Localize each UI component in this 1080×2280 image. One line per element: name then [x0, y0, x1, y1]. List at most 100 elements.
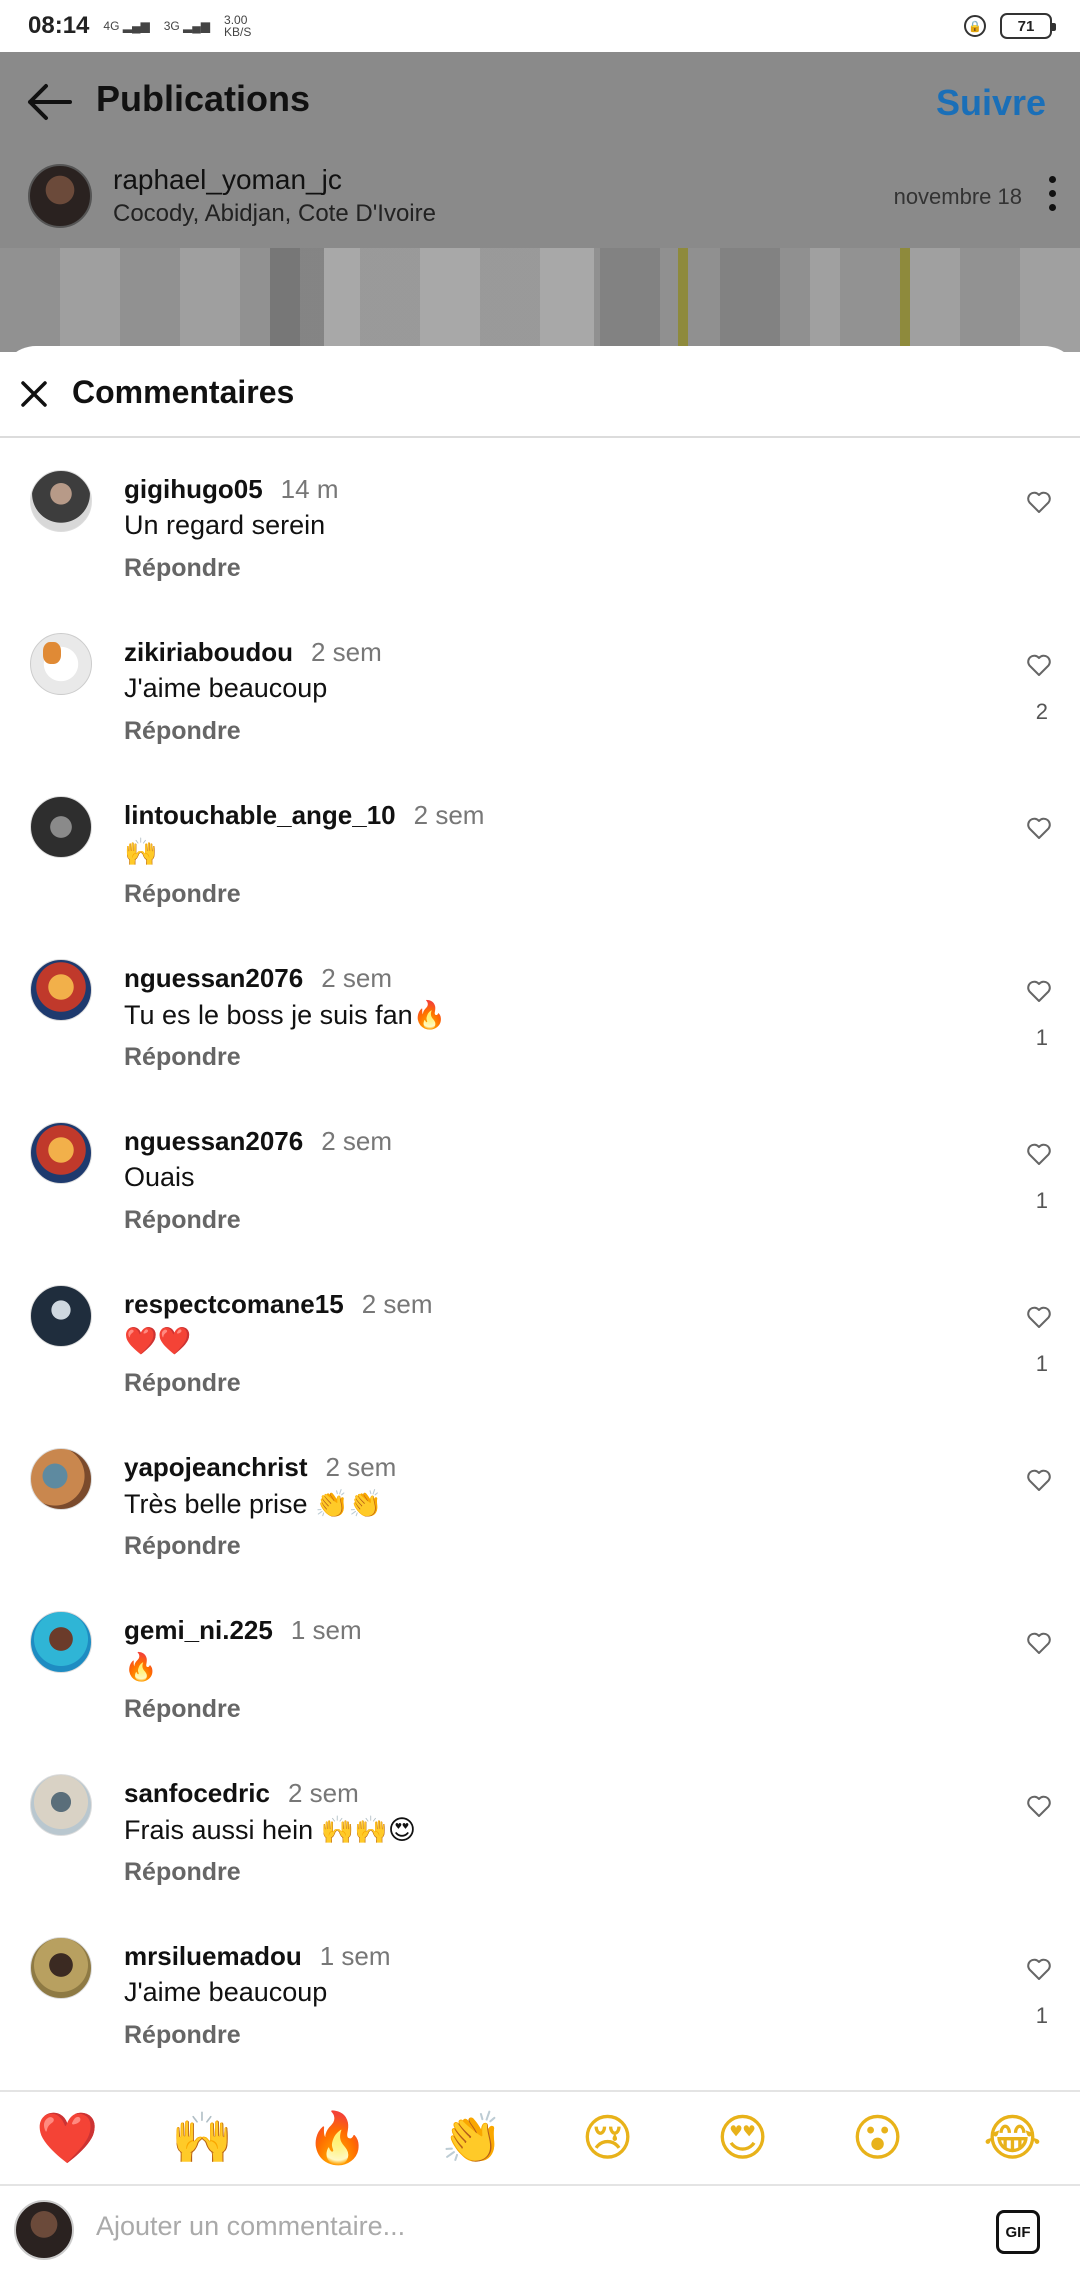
- comment-username[interactable]: yapojeanchrist 2 sem: [124, 1452, 396, 1483]
- comment-text: J'aime beaucoup: [124, 673, 328, 703]
- heart-icon[interactable]: [1026, 490, 1052, 514]
- reply-button[interactable]: Répondre: [124, 1532, 241, 1561]
- comment-text: Tu es le boss je suis fan🔥: [124, 1000, 447, 1030]
- comment-list: gigihugo05 14 m Un regard serein Répondre…: [0, 454, 1080, 2084]
- comment-input[interactable]: [94, 2210, 958, 2243]
- comment-text: Un regard serein: [124, 510, 326, 540]
- comment-item: lintouchable_ange_10 2 sem 🙌 Répondre: [0, 780, 1080, 943]
- comment-text: 🙌: [124, 837, 158, 867]
- heart-icon[interactable]: [1026, 816, 1052, 840]
- comment-time: 14 m: [280, 474, 339, 504]
- avatar[interactable]: [30, 1611, 92, 1673]
- avatar[interactable]: [30, 1774, 92, 1836]
- avatar[interactable]: [30, 1285, 92, 1347]
- heart-icon[interactable]: [1026, 1305, 1052, 1329]
- close-icon[interactable]: [18, 378, 50, 410]
- reply-button[interactable]: Répondre: [124, 1369, 241, 1398]
- reply-button[interactable]: Répondre: [124, 1858, 241, 1887]
- avatar[interactable]: [30, 1448, 92, 1510]
- comment-text: Frais aussi hein 🙌🙌😍: [124, 1815, 416, 1845]
- like-count: 2: [1035, 699, 1048, 724]
- comment-time: 2 sem: [287, 1778, 359, 1808]
- post-date: novembre 18: [893, 184, 1022, 209]
- avatar[interactable]: [30, 470, 92, 532]
- comment-username[interactable]: sanfocedric 2 sem: [124, 1778, 359, 1809]
- heart-icon[interactable]: [1026, 1794, 1052, 1818]
- gif-button[interactable]: GIF: [996, 2210, 1040, 2254]
- comment-username[interactable]: zikiriaboudou 2 sem: [124, 637, 382, 668]
- comment-username[interactable]: gemi_ni.225 1 sem: [124, 1615, 362, 1646]
- page-title: Publications: [96, 78, 311, 119]
- heart-icon[interactable]: [1026, 653, 1052, 677]
- emoji-crying-button[interactable]: 😢: [558, 2109, 658, 2167]
- like-count: 1: [1035, 1188, 1048, 1213]
- emoji-heart-button[interactable]: ❤️: [18, 2109, 118, 2168]
- avatar[interactable]: [30, 796, 92, 858]
- heart-icon[interactable]: [1026, 1957, 1052, 1981]
- comment-username[interactable]: respectcomane15 2 sem: [124, 1289, 433, 1320]
- author-name[interactable]: raphael_yoman_jc: [113, 164, 342, 196]
- comment-username[interactable]: mrsiluemadou 1 sem: [124, 1941, 391, 1972]
- emoji-raised-hands-button[interactable]: 🙌: [153, 2109, 253, 2168]
- author-avatar[interactable]: [28, 164, 92, 228]
- more-options-icon[interactable]: [1048, 176, 1056, 216]
- comment-time: 2 sem: [311, 637, 382, 667]
- follow-button[interactable]: Suivre: [936, 82, 1046, 124]
- avatar[interactable]: [30, 1122, 92, 1184]
- like-count: 1: [1035, 1025, 1048, 1050]
- author-location[interactable]: Cocody, Abidjan, Cote D'Ivoire: [113, 200, 436, 228]
- status-right: 🔒 71: [964, 13, 1056, 39]
- comment-text: J'aime beaucoup: [124, 1977, 328, 2007]
- reply-button[interactable]: Répondre: [124, 1043, 241, 1072]
- avatar[interactable]: [30, 633, 92, 695]
- comment-text: ❤️❤️: [124, 1326, 192, 1356]
- comment-username[interactable]: gigihugo05 14 m: [124, 474, 338, 505]
- reply-button[interactable]: Répondre: [124, 717, 241, 746]
- sheet-title: Commentaires: [72, 374, 295, 410]
- comment-input-bar: GIF: [0, 2184, 1080, 2280]
- comments-sheet: Commentaires gigihugo05 14 m Un regard se…: [0, 346, 1080, 2280]
- comment-time: 2 sem: [361, 1289, 433, 1319]
- like-count: 1: [1035, 2003, 1048, 2028]
- signal-4g-icon: 4G ▂▄▆: [103, 19, 150, 33]
- avatar[interactable]: [30, 959, 92, 1021]
- reply-button[interactable]: Répondre: [124, 880, 241, 909]
- emoji-laughing-button[interactable]: 😂: [963, 2109, 1063, 2167]
- post-header: Publications Suivre raphael_yoman_jc Coc…: [0, 52, 1080, 248]
- comment-time: 2 sem: [325, 1452, 397, 1482]
- heart-icon[interactable]: [1026, 1631, 1052, 1655]
- emoji-fire-button[interactable]: 🔥: [288, 2109, 388, 2168]
- reply-button[interactable]: Répondre: [124, 2021, 241, 2050]
- post-image: [0, 248, 1080, 352]
- heart-icon[interactable]: [1026, 979, 1052, 1003]
- battery-icon: 71: [1000, 13, 1056, 39]
- heart-icon[interactable]: [1026, 1468, 1052, 1492]
- emoji-heart-eyes-button[interactable]: 😍: [693, 2109, 793, 2167]
- comment-username[interactable]: nguessan2076 2 sem: [124, 1126, 392, 1157]
- comment-time: 2 sem: [413, 800, 485, 830]
- like-count: 1: [1035, 1351, 1048, 1376]
- back-arrow-icon[interactable]: [24, 80, 74, 124]
- comment-item: gigihugo05 14 m Un regard serein Répondre: [0, 454, 1080, 617]
- comment-item: yapojeanchrist 2 sem Très belle prise 👏👏 …: [0, 1432, 1080, 1595]
- emoji-clap-button[interactable]: 👏: [423, 2109, 523, 2168]
- heart-icon[interactable]: [1026, 1142, 1052, 1166]
- avatar[interactable]: [30, 1937, 92, 1999]
- emoji-bar: ❤️ 🙌 🔥 👏 😢 😍 😮 😂: [0, 2090, 1080, 2184]
- comment-item: respectcomane15 2 sem ❤️❤️ Répondre 1: [0, 1269, 1080, 1432]
- status-bar: 08:14 4G ▂▄▆ 3G ▂▄▆ 3.00 KB/S 🔒 71: [0, 0, 1080, 52]
- comment-text: Très belle prise 👏👏: [124, 1489, 383, 1519]
- comment-username[interactable]: lintouchable_ange_10 2 sem: [124, 800, 484, 831]
- status-left: 08:14 4G ▂▄▆ 3G ▂▄▆ 3.00 KB/S: [28, 12, 251, 40]
- comment-username[interactable]: nguessan2076 2 sem: [124, 963, 392, 994]
- comment-item: sanfocedric 2 sem Frais aussi hein 🙌🙌😍 Ré…: [0, 1758, 1080, 1921]
- reply-button[interactable]: Répondre: [124, 1695, 241, 1724]
- comment-text: Ouais: [124, 1162, 195, 1192]
- signal-3g-icon: 3G ▂▄▆: [163, 19, 211, 33]
- reply-button[interactable]: Répondre: [124, 554, 241, 583]
- comment-time: 2 sem: [321, 963, 393, 993]
- reply-button[interactable]: Répondre: [124, 1206, 241, 1235]
- rotation-lock-icon: 🔒: [964, 15, 986, 37]
- emoji-surprised-button[interactable]: 😮: [828, 2109, 928, 2167]
- comment-item: nguessan2076 2 sem Ouais Répondre 1: [0, 1106, 1080, 1269]
